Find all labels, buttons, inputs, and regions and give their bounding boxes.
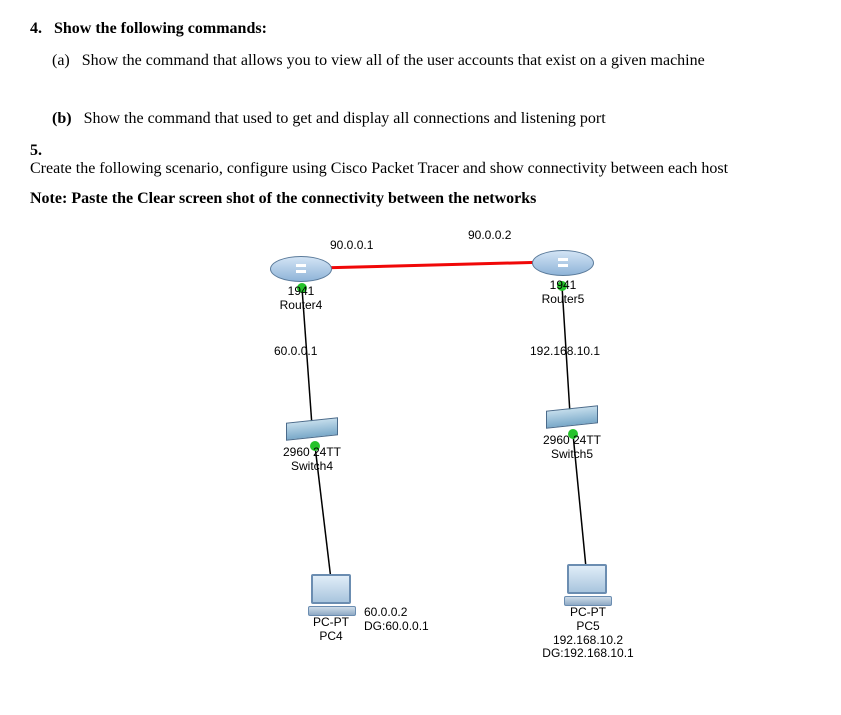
q4b-label: (b)	[52, 110, 72, 127]
router4-lan-ip: 60.0.0.1	[274, 344, 317, 358]
pc4-ip: 60.0.0.2	[364, 605, 407, 619]
switch5-name: Switch5	[551, 447, 593, 461]
router5-lan-ip: 192.168.10.1	[530, 344, 600, 358]
pc5-name: PC5	[576, 619, 599, 633]
pc-icon	[564, 564, 610, 604]
pc-icon	[308, 574, 354, 614]
q4a-label: (a)	[52, 52, 70, 69]
switch-icon	[546, 405, 598, 428]
pc4-dg: DG:60.0.0.1	[364, 619, 429, 633]
pc5-node: PC-PT PC5 192.168.10.2 DG:192.168.10.1	[564, 564, 640, 661]
q4b-text: Show the command that used to get and di…	[84, 110, 606, 127]
pc5-ip: 192.168.10.2	[553, 633, 623, 647]
switch5-model: 2960 24TT	[543, 433, 601, 447]
router5-node: 1941 Router5	[532, 250, 594, 307]
note: Note: Paste the Clear screen shot of the…	[30, 190, 811, 208]
q4-number: 4.	[30, 20, 42, 37]
pc4-name: PC4	[319, 629, 342, 643]
router5-wan-ip: 90.0.0.2	[468, 228, 511, 242]
router5-model: 1941	[550, 278, 577, 292]
router5-name: Router5	[542, 292, 585, 306]
q4-heading: 4. Show the following commands:	[30, 20, 811, 38]
router4-name: Router4	[280, 298, 323, 312]
router4-model: 1941	[288, 284, 315, 298]
router-icon	[270, 256, 332, 282]
q5: 5. Create the following scenario, config…	[30, 142, 811, 178]
q4a-text: Show the command that allows you to view…	[82, 52, 705, 69]
pc4-node: PC-PT PC4	[308, 574, 354, 644]
q4b: (b) Show the command that used to get an…	[52, 110, 811, 128]
switch4-model: 2960 24TT	[283, 445, 341, 459]
switch5-node: 2960 24TT Switch5	[546, 408, 612, 462]
router4-node: 1941 Router4	[270, 256, 332, 313]
pc4-ip-block: 60.0.0.2 DG:60.0.0.1	[364, 606, 429, 634]
switch-icon	[286, 417, 338, 440]
network-diagram: 90.0.0.1 90.0.0.2 1941 Router4 1941 Rout…	[90, 228, 790, 668]
q4-heading-text: Show the following commands:	[54, 20, 267, 37]
pc5-type: PC-PT	[570, 605, 606, 619]
pc5-dg: DG:192.168.10.1	[542, 646, 633, 660]
switch4-node: 2960 24TT Switch4	[286, 420, 352, 474]
q5-text: Create the following scenario, configure…	[30, 160, 770, 178]
switch4-name: Switch4	[291, 459, 333, 473]
q4a: (a) Show the command that allows you to …	[52, 52, 811, 70]
q5-number: 5.	[30, 142, 70, 160]
pc4-type: PC-PT	[313, 615, 349, 629]
diagram-links	[90, 228, 790, 668]
router4-wan-ip: 90.0.0.1	[330, 238, 373, 252]
router-icon	[532, 250, 594, 276]
